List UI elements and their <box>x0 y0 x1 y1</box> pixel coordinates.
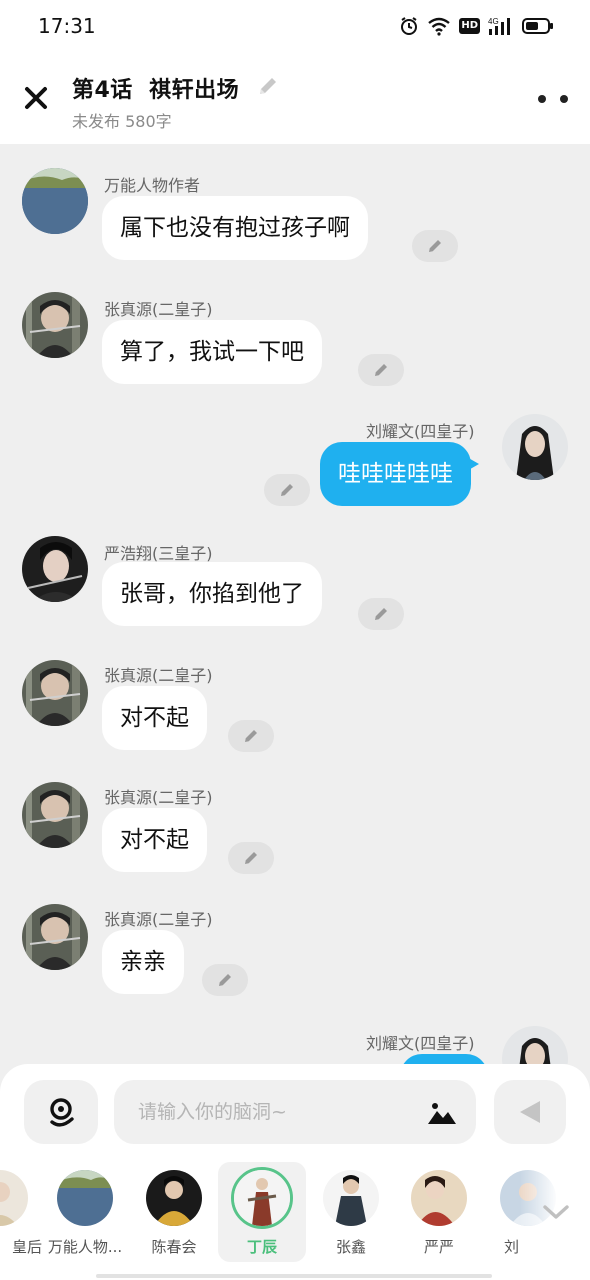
chapter-status: 未发布 580字 <box>72 112 172 131</box>
avatar[interactable] <box>22 536 88 602</box>
message-bubble[interactable]: 亲亲 <box>102 930 184 994</box>
avatar[interactable] <box>22 782 88 848</box>
sender-name: 张真源(二皇子) <box>104 910 213 929</box>
alarm-icon <box>401 17 418 35</box>
sender-name: 张真源(二皇子) <box>104 788 213 807</box>
character-avatar <box>411 1170 467 1226</box>
character-item[interactable]: 万能人物... <box>41 1162 129 1262</box>
message-input[interactable] <box>114 1080 476 1144</box>
message-bubble[interactable]: 张哥，你掐到他了 <box>102 562 322 626</box>
edit-message-button[interactable] <box>412 230 458 262</box>
character-item-selected[interactable]: 丁辰 <box>218 1162 306 1262</box>
sender-name: 刘耀文(四皇子) <box>366 422 475 441</box>
sender-name: 严浩翔(三皇子) <box>104 544 213 563</box>
edit-message-button[interactable] <box>264 474 310 506</box>
status-icons: HD 4G <box>399 14 554 38</box>
image-icon[interactable] <box>426 1098 458 1126</box>
character-avatar <box>0 1170 28 1226</box>
signal-icon: 4G <box>488 17 510 35</box>
voice-button[interactable] <box>24 1080 98 1144</box>
edit-message-button[interactable] <box>228 842 274 874</box>
wifi-icon <box>428 17 451 36</box>
chevron-down-icon[interactable] <box>542 1202 570 1222</box>
pencil-icon <box>281 484 293 496</box>
sender-name: 刘耀文(四皇子) <box>366 1034 475 1053</box>
character-item[interactable]: 张鑫 <box>307 1162 395 1262</box>
close-icon[interactable] <box>20 82 52 114</box>
message-bubble[interactable] <box>400 1054 488 1064</box>
character-avatar <box>323 1170 379 1226</box>
composer-panel: 皇后 万能人物... 陈春会 丁辰 张鑫 <box>0 1064 590 1280</box>
character-selector[interactable]: 皇后 万能人物... 陈春会 丁辰 张鑫 严严 刘 <box>0 1162 590 1262</box>
send-icon <box>520 1101 540 1123</box>
character-avatar <box>57 1170 113 1226</box>
character-label: 丁辰 <box>246 1238 277 1256</box>
dot-icon <box>538 95 546 103</box>
character-item[interactable]: 严严 <box>395 1162 483 1262</box>
character-label: 严严 <box>423 1238 454 1256</box>
character-avatar <box>146 1170 202 1226</box>
character-avatar <box>231 1167 293 1229</box>
character-item[interactable]: 陈春会 <box>130 1162 218 1262</box>
edit-message-button[interactable] <box>228 720 274 752</box>
avatar[interactable] <box>502 1026 568 1064</box>
svg-text:4G: 4G <box>488 17 499 26</box>
sender-name: 张真源(二皇子) <box>104 300 213 319</box>
hd-icon: HD <box>459 18 480 34</box>
edit-message-button[interactable] <box>358 354 404 386</box>
header-bar: 第4话 祺轩出场 未发布 580字 <box>0 52 590 144</box>
page-title: 第4话 祺轩出场 <box>72 78 240 103</box>
avatar[interactable] <box>22 904 88 970</box>
character-label: 张鑫 <box>335 1238 366 1256</box>
pencil-icon <box>219 974 231 986</box>
avatar[interactable] <box>22 660 88 726</box>
sender-name: 万能人物作者 <box>104 176 201 195</box>
character-item[interactable]: 皇后 <box>0 1162 44 1262</box>
status-time: 17:31 <box>38 14 96 38</box>
pencil-icon <box>245 730 257 742</box>
dot-icon <box>560 95 568 103</box>
message-bubble[interactable]: 算了，我试一下吧 <box>102 320 322 384</box>
pencil-icon <box>245 852 257 864</box>
voice-icon <box>50 1098 74 1127</box>
scroll-indicator <box>96 1274 492 1278</box>
battery-icon <box>522 18 553 34</box>
character-label: 皇后 <box>11 1238 42 1256</box>
chat-list[interactable]: 万能人物作者 属下也没有抱过孩子啊 张真源(二皇子) 算了，我试一下吧 刘耀文(… <box>0 144 590 1064</box>
send-button[interactable] <box>494 1080 566 1144</box>
hd-label: HD <box>461 20 478 31</box>
character-label: 陈春会 <box>151 1238 197 1256</box>
avatar[interactable] <box>22 292 88 358</box>
edit-message-button[interactable] <box>202 964 248 996</box>
message-bubble[interactable]: 对不起 <box>102 686 207 750</box>
status-bar: 17:31 HD 4G <box>0 0 590 52</box>
more-options-button[interactable] <box>538 92 568 106</box>
pencil-icon <box>375 608 387 620</box>
sender-name: 张真源(二皇子) <box>104 666 213 685</box>
pencil-icon <box>375 364 387 376</box>
character-label: 万能人物... <box>47 1238 123 1256</box>
message-bubble[interactable]: 对不起 <box>102 808 207 872</box>
edit-title-pencil-icon[interactable] <box>256 74 280 98</box>
message-bubble[interactable]: 哇哇哇哇哇 <box>320 442 479 506</box>
avatar[interactable] <box>502 414 568 480</box>
pencil-icon <box>429 240 441 252</box>
avatar[interactable] <box>22 168 88 234</box>
message-bubble[interactable]: 属下也没有抱过孩子啊 <box>102 196 368 260</box>
edit-message-button[interactable] <box>358 598 404 630</box>
